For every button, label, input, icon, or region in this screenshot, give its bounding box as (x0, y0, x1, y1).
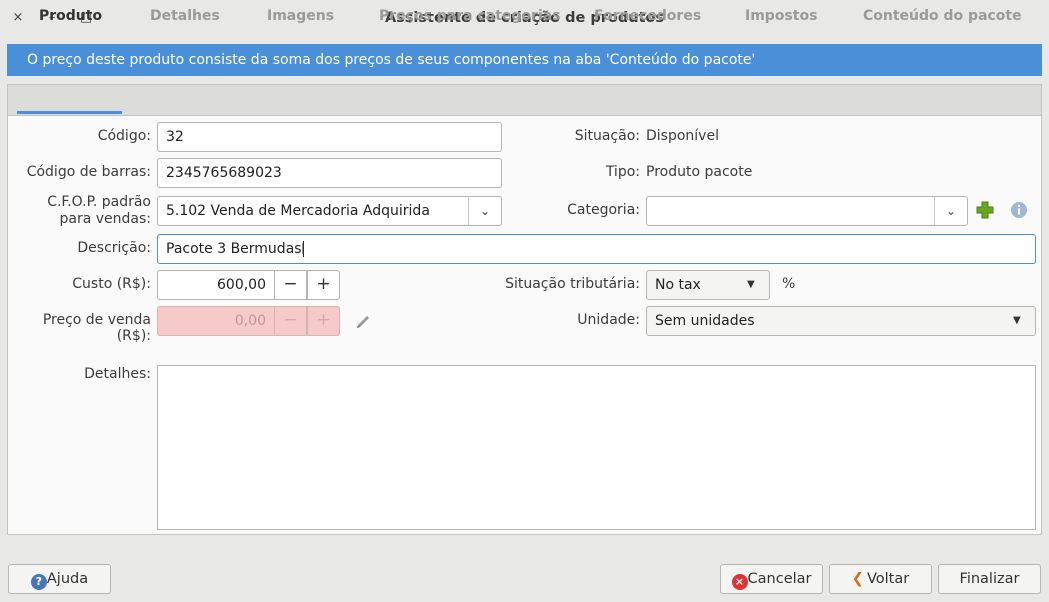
ajuda-label: Ajuda (46, 571, 89, 587)
codigo-input[interactable]: 32 (157, 122, 502, 152)
cfop-value: 5.102 Venda de Mercadoria Adquirida (166, 203, 430, 219)
tab-conteudo-pacote[interactable]: Conteúdo do pacote (863, 8, 1022, 24)
categoria-label: Categoria: (567, 202, 640, 218)
custo-minus-button[interactable]: − (274, 270, 307, 300)
info-icon[interactable] (1010, 201, 1028, 223)
tipo-label: Tipo: (605, 164, 640, 180)
dropdown-arrow-icon: ▼ (1013, 315, 1021, 326)
detalhes-textarea[interactable] (157, 365, 1036, 530)
preco-venda-minus-button: − (274, 306, 307, 336)
unidade-label: Unidade: (577, 312, 640, 328)
unidade-select[interactable]: Sem unidades ▼ (646, 306, 1036, 336)
ajuda-button[interactable]: ? Ajuda (8, 564, 111, 594)
finalizar-button[interactable]: Finalizar (938, 564, 1041, 594)
situacao-value: Disponível (646, 128, 719, 144)
tab-produto[interactable]: Produto (39, 8, 102, 24)
chevron-left-icon: ❮ (851, 571, 864, 587)
preco-venda-plus-button: + (307, 306, 340, 336)
dropdown-arrow-icon: ▼ (747, 279, 755, 290)
detalhes-label: Detalhes: (84, 366, 151, 382)
tab-precos-categorias[interactable]: Preços para categorias (379, 8, 561, 24)
situacao-tributaria-value: No tax (655, 277, 701, 293)
tab-imagens[interactable]: Imagens (267, 8, 334, 24)
cfop-combo[interactable]: 5.102 Venda de Mercadoria Adquirida ⌄ (157, 196, 502, 226)
codigo-label: Código: (97, 128, 151, 144)
cancelar-button[interactable]: × Cancelar (720, 564, 823, 594)
custo-input[interactable]: 600,00 (157, 270, 275, 300)
descricao-value: Pacote 3 Bermudas (166, 241, 302, 257)
tab-fornecedores[interactable]: Fornecedores (594, 8, 701, 24)
help-icon: ? (30, 574, 47, 590)
situacao-label: Situação: (574, 128, 640, 144)
preco-venda-label: Preço de venda (R$): (42, 312, 151, 344)
chevron-down-icon[interactable]: ⌄ (934, 197, 967, 225)
ibeam-cursor-icon: I (301, 240, 306, 258)
cfop-label-line1: C.F.O.P. padrão (47, 194, 151, 210)
add-icon[interactable] (976, 201, 994, 223)
unidade-value: Sem unidades (655, 313, 755, 329)
custo-label: Custo (R$): (72, 276, 151, 292)
tab-detalhes[interactable]: Detalhes (150, 8, 220, 24)
cancel-icon: × (731, 574, 748, 590)
preco-venda-input[interactable]: 0,00 (157, 306, 275, 336)
percent-suffix: % (782, 276, 796, 292)
situacao-tributaria-select[interactable]: No tax ▼ (646, 270, 770, 300)
cancelar-label: Cancelar (747, 571, 812, 587)
cfop-label: C.F.O.P. padrão para vendas: (10, 194, 151, 228)
tab-bar (7, 84, 1042, 116)
codigo-barras-label: Código de barras: (26, 164, 151, 180)
info-banner: O preço deste produto consiste da soma d… (7, 44, 1042, 76)
codigo-barras-input[interactable]: 2345765689023 (157, 158, 502, 188)
descricao-label: Descrição: (77, 240, 151, 256)
active-tab-indicator (17, 111, 122, 114)
voltar-label: Voltar (866, 571, 910, 587)
tipo-value: Produto pacote (646, 164, 753, 180)
tab-impostos[interactable]: Impostos (745, 8, 817, 24)
cfop-label-line2: para vendas: (59, 211, 152, 227)
situacao-tributaria-label: Situação tributária: (505, 276, 640, 292)
voltar-button[interactable]: ❮ Voltar (829, 564, 932, 594)
categoria-combo[interactable]: ⌄ (646, 196, 968, 226)
custo-plus-button[interactable]: + (307, 270, 340, 300)
descricao-input[interactable]: Pacote 3 Bermudas I (157, 234, 1036, 264)
pencil-icon[interactable] (355, 312, 373, 332)
